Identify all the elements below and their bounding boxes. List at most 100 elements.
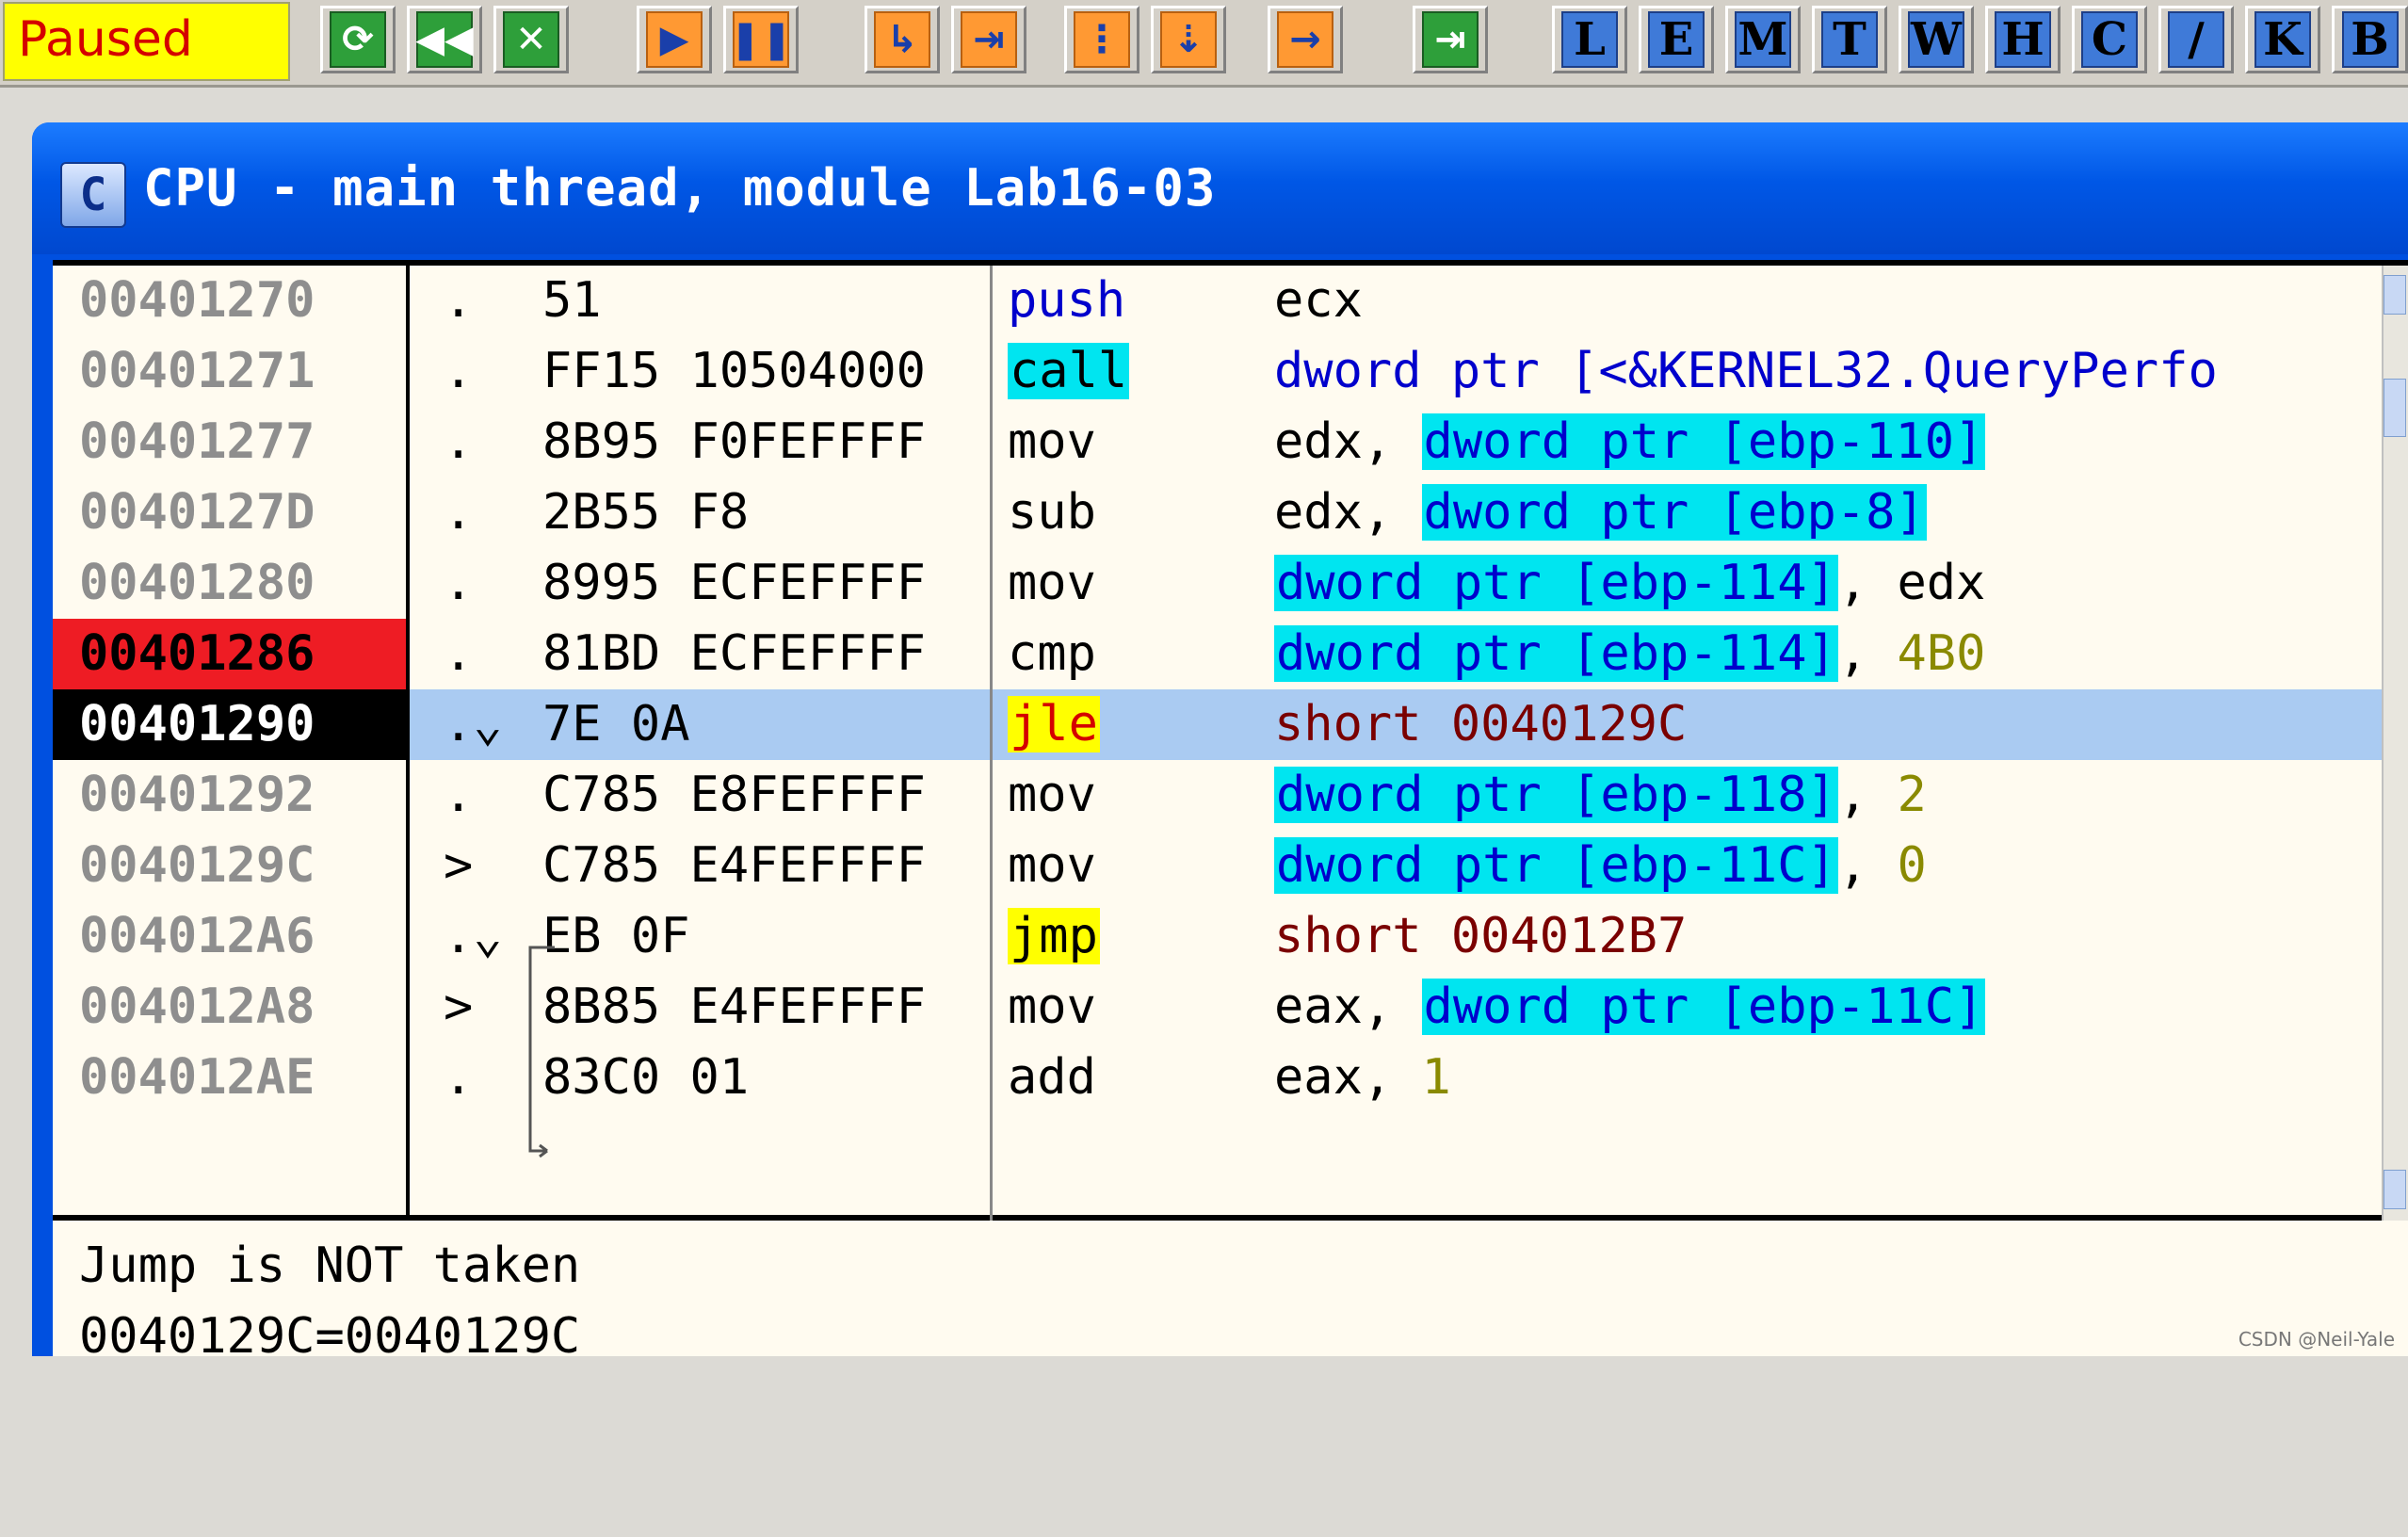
- letter-C-icon: C: [2081, 11, 2138, 68]
- memory-operand: dword ptr [ebp-110]: [1421, 413, 1986, 470]
- close-button[interactable]: ✕: [493, 6, 569, 73]
- mnemonic-cell: sub: [1008, 484, 1096, 541]
- hex-column-divider[interactable]: [990, 266, 993, 1221]
- jump-target-operand: short 0040129C: [1274, 696, 1688, 752]
- letter-H-icon: H: [1995, 11, 2051, 68]
- run-button[interactable]: ▶: [637, 6, 712, 73]
- window-C-button[interactable]: C: [2072, 6, 2147, 73]
- mnemonic-cell: jmp: [994, 901, 1268, 972]
- mnemonic-cell: mov: [1008, 413, 1096, 470]
- eip-address-cell: 00401290: [53, 689, 406, 760]
- address-cell: 0040129C: [79, 837, 315, 894]
- call-mnemonic: call: [1008, 343, 1130, 399]
- restart-button[interactable]: ◀◀: [407, 6, 482, 73]
- trace-into-button[interactable]: ⋮: [1064, 6, 1139, 73]
- rewind-icon: ◀◀: [415, 11, 474, 68]
- immediate-value: 4B0: [1897, 625, 1986, 682]
- operand-cell: edx, dword ptr [ebp-110]: [1274, 407, 2404, 477]
- hex-dump-cell: 8B95 F0FEFFFF: [542, 413, 926, 470]
- address-cell: 00401280: [79, 555, 315, 611]
- disassembly-grid[interactable]: 00401270 . 51 push ecx 00401271 . FF15 1…: [53, 260, 2408, 1221]
- letter-W-icon: W: [1908, 11, 1964, 68]
- letter-L-icon: L: [1561, 11, 1618, 68]
- pause-button[interactable]: ❚❚: [723, 6, 799, 73]
- window-slash-button[interactable]: /: [2158, 6, 2234, 73]
- mnemonic-cell: jle: [994, 689, 1268, 760]
- operand-register: eax,: [1274, 979, 1422, 1035]
- step-over-button[interactable]: ⇥: [951, 6, 1026, 73]
- operand-cell: dword ptr [ebp-11C], 0: [1274, 831, 2404, 901]
- immediate-value: 0: [1897, 837, 1927, 894]
- letter-M-icon: M: [1735, 11, 1791, 68]
- breakpoint-address-cell[interactable]: 00401286: [53, 619, 406, 689]
- step-into-button[interactable]: ↳: [865, 6, 940, 73]
- operand-register: edx,: [1274, 413, 1422, 470]
- window-title: CPU - main thread, module Lab16-03: [143, 158, 1217, 218]
- letter-slash-icon: /: [2168, 11, 2224, 68]
- hex-dump-cell: 8995 ECFEFFFF: [542, 555, 926, 611]
- letter-K-icon: K: [2254, 11, 2311, 68]
- flow-mark: .⌄: [444, 696, 503, 752]
- operand-cell: ecx: [1274, 272, 1363, 329]
- window-E-button[interactable]: E: [1639, 6, 1714, 73]
- hex-dump-cell: 83C0 01: [542, 1049, 750, 1106]
- goto-icon: ⇥: [1422, 11, 1479, 68]
- window-titlebar[interactable]: C CPU - main thread, module Lab16-03: [32, 122, 2408, 254]
- flow-mark: >: [444, 837, 474, 894]
- window-B-button[interactable]: B: [2332, 6, 2408, 73]
- memory-operand: dword ptr [ebp-8]: [1421, 484, 1927, 541]
- hex-dump-cell: 51: [542, 272, 602, 329]
- flow-mark: .⌄: [444, 908, 503, 964]
- operand-cell: dword ptr [<&KERNEL32.QueryPerfo: [1274, 343, 2218, 399]
- mnemonic-cell: mov: [1008, 767, 1096, 823]
- window-T-button[interactable]: T: [1812, 6, 1887, 73]
- mnemonic-cell: push: [1008, 272, 1126, 329]
- window-K-button[interactable]: K: [2245, 6, 2320, 73]
- open-button[interactable]: ⟳: [320, 6, 396, 73]
- status-text: Paused: [18, 11, 193, 68]
- memory-operand: dword ptr [ebp-114]: [1274, 555, 1838, 611]
- flow-mark: .: [444, 413, 474, 470]
- open-icon: ⟳: [330, 11, 386, 68]
- memory-operand: dword ptr [ebp-114]: [1274, 625, 1838, 682]
- scroll-thumb[interactable]: [2384, 379, 2406, 437]
- window-M-button[interactable]: M: [1725, 6, 1801, 73]
- vertical-scrollbar[interactable]: [2382, 266, 2408, 1221]
- operand-cell: dword ptr [ebp-118], 2: [1274, 760, 2404, 831]
- address-cell: 00401292: [79, 767, 315, 823]
- address-cell: 004012AE: [79, 1049, 315, 1106]
- toolbar: Paused ⟳ ◀◀ ✕ ▶ ❚❚ ↳ ⇥ ⋮ ⇣ → ⇥ L E M T W…: [0, 0, 2408, 88]
- status-indicator: Paused: [3, 2, 290, 81]
- execute-till-return-button[interactable]: →: [1268, 6, 1343, 73]
- window-L-button[interactable]: L: [1552, 6, 1627, 73]
- hex-dump-cell: 7E 0A: [542, 696, 690, 752]
- mnemonic-cell: mov: [1008, 979, 1096, 1035]
- window-H-button[interactable]: H: [1985, 6, 2061, 73]
- jump-mnemonic: jmp: [1008, 908, 1100, 964]
- flow-mark: .: [444, 767, 474, 823]
- window-W-button[interactable]: W: [1899, 6, 1974, 73]
- mnemonic-cell: mov: [1008, 555, 1096, 611]
- scroll-down-arrow[interactable]: [2384, 1170, 2406, 1209]
- address-cell: 00401271: [79, 343, 315, 399]
- flow-mark: .: [444, 484, 474, 541]
- cpu-window-icon: C: [60, 162, 126, 228]
- flow-mark: .: [444, 625, 474, 682]
- scroll-up-arrow[interactable]: [2384, 275, 2406, 315]
- letter-B-icon: B: [2341, 11, 2399, 68]
- mnemonic-cell: add: [1008, 1049, 1096, 1106]
- watermark: CSDN @Neil-Yale: [2238, 1328, 2395, 1351]
- operand-separator: ,: [1837, 767, 1898, 823]
- address-column-divider[interactable]: [406, 266, 410, 1221]
- trace-over-button[interactable]: ⇣: [1151, 6, 1226, 73]
- hex-dump-cell: C785 E4FEFFFF: [542, 837, 926, 894]
- step-into-icon: ↳: [874, 11, 930, 68]
- close-icon: ✕: [503, 11, 559, 68]
- go-to-button[interactable]: ⇥: [1413, 6, 1488, 73]
- flow-mark: .: [444, 555, 474, 611]
- play-icon: ▶: [646, 11, 703, 68]
- pause-icon: ❚❚: [729, 11, 793, 68]
- flow-mark: .: [444, 343, 474, 399]
- operand-register: , edx: [1837, 555, 1986, 611]
- address-cell: 0040127D: [79, 484, 315, 541]
